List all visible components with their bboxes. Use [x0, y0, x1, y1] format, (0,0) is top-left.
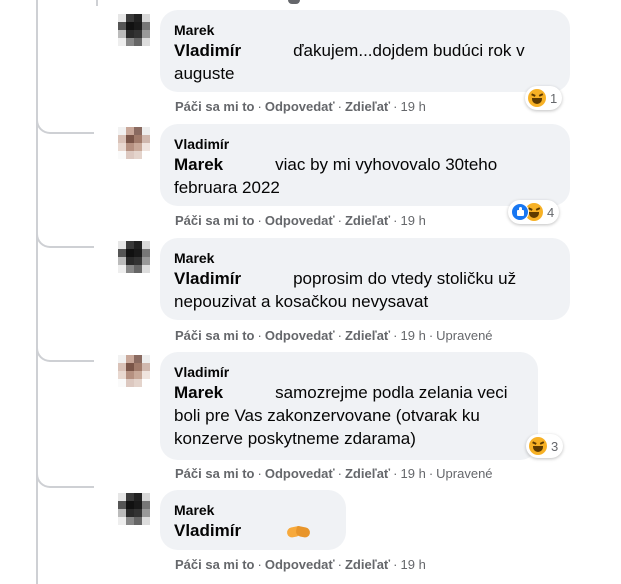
- comment: Marek Vladimír poprosim do vtedy stoličku…: [160, 238, 570, 320]
- comment-text: samozrejme podla zelania veci boli pre V…: [174, 383, 508, 448]
- more-options-icon[interactable]: [288, 0, 300, 4]
- timestamp[interactable]: 19 h: [401, 466, 426, 481]
- timestamp[interactable]: 19 h: [401, 328, 426, 343]
- comment-bubble: Vladimír Marek samozrejme podla zelania v…: [160, 352, 538, 460]
- comment: Marek Vladimír ďakujem...dojdem budúci ro…: [160, 10, 570, 110]
- thread-branch: [36, 344, 94, 362]
- reply-button[interactable]: Odpovedať: [265, 466, 335, 481]
- like-button[interactable]: Páči sa mi to: [175, 213, 254, 228]
- comment-actions: Páči sa mi to · Odpovedať · Zdieľať · 19 h: [175, 213, 426, 228]
- comment-actions: Páči sa mi to · Odpovedať · Zdieľať · 19 h: [175, 99, 426, 114]
- like-button[interactable]: Páči sa mi to: [175, 466, 254, 481]
- share-button[interactable]: Zdieľať: [345, 213, 390, 228]
- avatar[interactable]: [118, 355, 152, 387]
- comment-author[interactable]: Marek: [174, 21, 556, 39]
- comment-bubble: Marek Vladimír: [160, 490, 346, 550]
- edited-label[interactable]: Upravené: [436, 466, 492, 481]
- avatar[interactable]: [118, 127, 152, 159]
- reaction-count: 3: [551, 438, 559, 454]
- comment: Marek Vladimír: [160, 490, 346, 550]
- like-button[interactable]: Páči sa mi to: [175, 99, 254, 114]
- reply-button[interactable]: Odpovedať: [265, 99, 335, 114]
- reaction-count: 1: [550, 90, 558, 106]
- share-button[interactable]: Zdieľať: [345, 328, 390, 343]
- comment-author[interactable]: Marek: [174, 501, 332, 519]
- comment-actions: Páči sa mi to · Odpovedať · Zdieľať · 19 h · Upr…: [175, 328, 493, 343]
- avatar[interactable]: [118, 493, 152, 525]
- share-button[interactable]: Zdieľať: [345, 557, 390, 572]
- thread-branch: [36, 470, 94, 488]
- comment-actions: Páči sa mi to · Odpovedať · Zdieľať · 19 h: [175, 557, 426, 572]
- timestamp[interactable]: 19 h: [401, 99, 426, 114]
- comment-author[interactable]: Vladimír: [174, 135, 556, 153]
- thread-branch: [36, 116, 94, 134]
- haha-icon: [529, 437, 547, 455]
- comment-bubble: Marek Vladimír ďakujem...dojdem budúci ro…: [160, 10, 570, 92]
- handshake-icon: [287, 525, 311, 539]
- thread-line: [36, 0, 38, 584]
- haha-icon: [528, 89, 546, 107]
- mention-link[interactable]: Vladimír: [174, 41, 241, 60]
- share-button[interactable]: Zdieľať: [345, 466, 390, 481]
- avatar[interactable]: [118, 14, 152, 46]
- timestamp[interactable]: 19 h: [401, 213, 426, 228]
- comment-author[interactable]: Vladimír: [174, 363, 524, 381]
- thread-line-top: [96, 0, 98, 6]
- like-icon: [511, 203, 529, 221]
- reply-button[interactable]: Odpovedať: [265, 328, 335, 343]
- comment-author[interactable]: Marek: [174, 249, 556, 267]
- avatar[interactable]: [118, 241, 152, 273]
- comment-actions: Páči sa mi to · Odpovedať · Zdieľať · 19 h · Upr…: [175, 466, 493, 481]
- reactions-summary[interactable]: 3: [526, 434, 564, 458]
- reply-button[interactable]: Odpovedať: [265, 213, 335, 228]
- comment: Vladimír Marek viac by mi vyhovovalo 30te…: [160, 124, 570, 224]
- edited-label[interactable]: Upravené: [436, 328, 492, 343]
- timestamp[interactable]: 19 h: [401, 557, 426, 572]
- mention-link[interactable]: Marek: [174, 383, 223, 402]
- mention-link[interactable]: Vladimír: [174, 521, 241, 540]
- like-button[interactable]: Páči sa mi to: [175, 328, 254, 343]
- comment-bubble: Marek Vladimír poprosim do vtedy stoličku…: [160, 238, 570, 320]
- mention-link[interactable]: Marek: [174, 155, 223, 174]
- like-button[interactable]: Páči sa mi to: [175, 557, 254, 572]
- reply-button[interactable]: Odpovedať: [265, 557, 335, 572]
- reactions-summary[interactable]: 1: [525, 86, 563, 110]
- share-button[interactable]: Zdieľať: [345, 99, 390, 114]
- reaction-count: 4: [547, 204, 555, 220]
- thread-branch: [36, 230, 94, 248]
- comment: Vladimír Marek samozrejme podla zelania v…: [160, 352, 564, 460]
- comment-bubble: Vladimír Marek viac by mi vyhovovalo 30te…: [160, 124, 570, 206]
- reactions-summary[interactable]: 4: [508, 200, 560, 224]
- mention-link[interactable]: Vladimír: [174, 269, 241, 288]
